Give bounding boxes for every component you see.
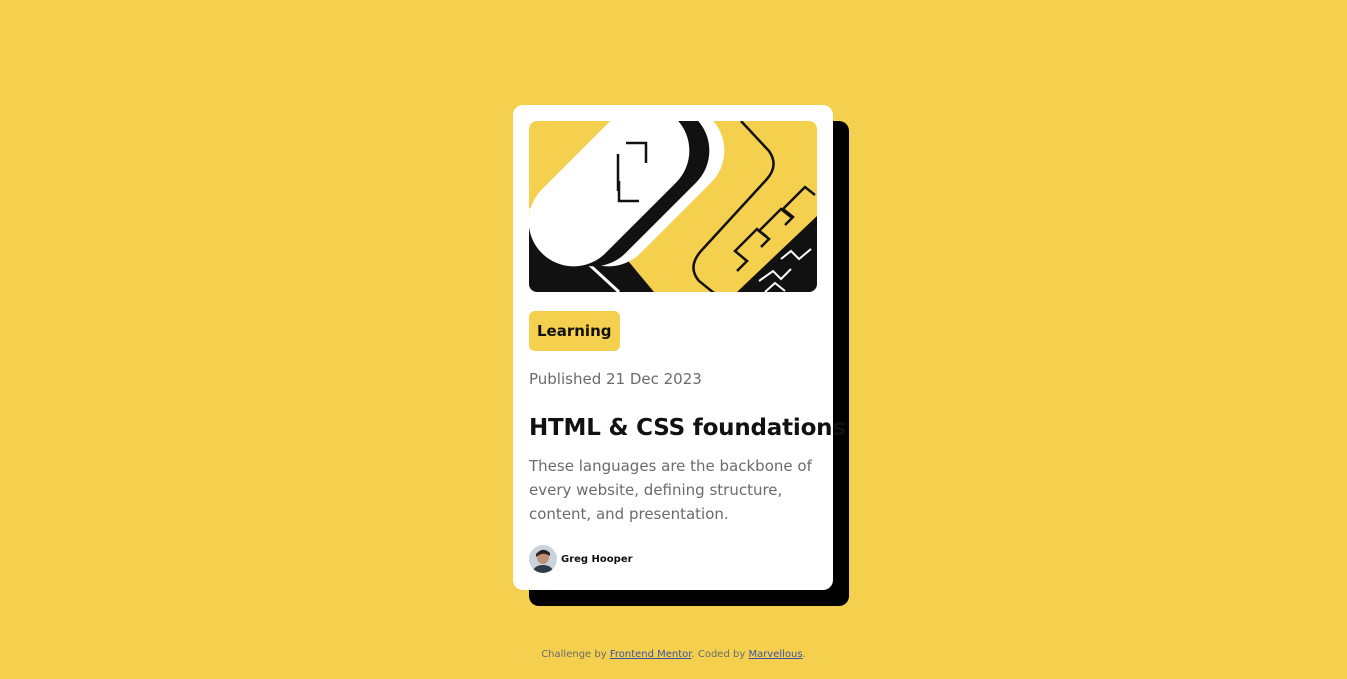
blog-preview-card: Learning Published 21 Dec 2023 HTML & CS…	[513, 105, 846, 590]
category-tag: Learning	[529, 311, 620, 351]
attribution-prefix: Challenge by	[541, 649, 610, 660]
card-description: These languages are the backbone of ever…	[529, 457, 812, 523]
author-avatar	[529, 545, 557, 573]
card-illustration	[529, 121, 817, 292]
card-title[interactable]: HTML & CSS foundations	[529, 413, 846, 443]
attribution: Challenge by Frontend Mentor. Coded by M…	[0, 648, 1347, 662]
attribution-middle: . Coded by	[691, 649, 749, 660]
author-link[interactable]: Marvellous	[748, 649, 802, 660]
frontend-mentor-link[interactable]: Frontend Mentor	[610, 649, 692, 660]
published-date: Published 21 Dec 2023	[529, 370, 702, 388]
author-name: Greg Hooper	[561, 553, 633, 565]
attribution-suffix: .	[802, 649, 806, 660]
author-info: Greg Hooper	[529, 544, 817, 574]
